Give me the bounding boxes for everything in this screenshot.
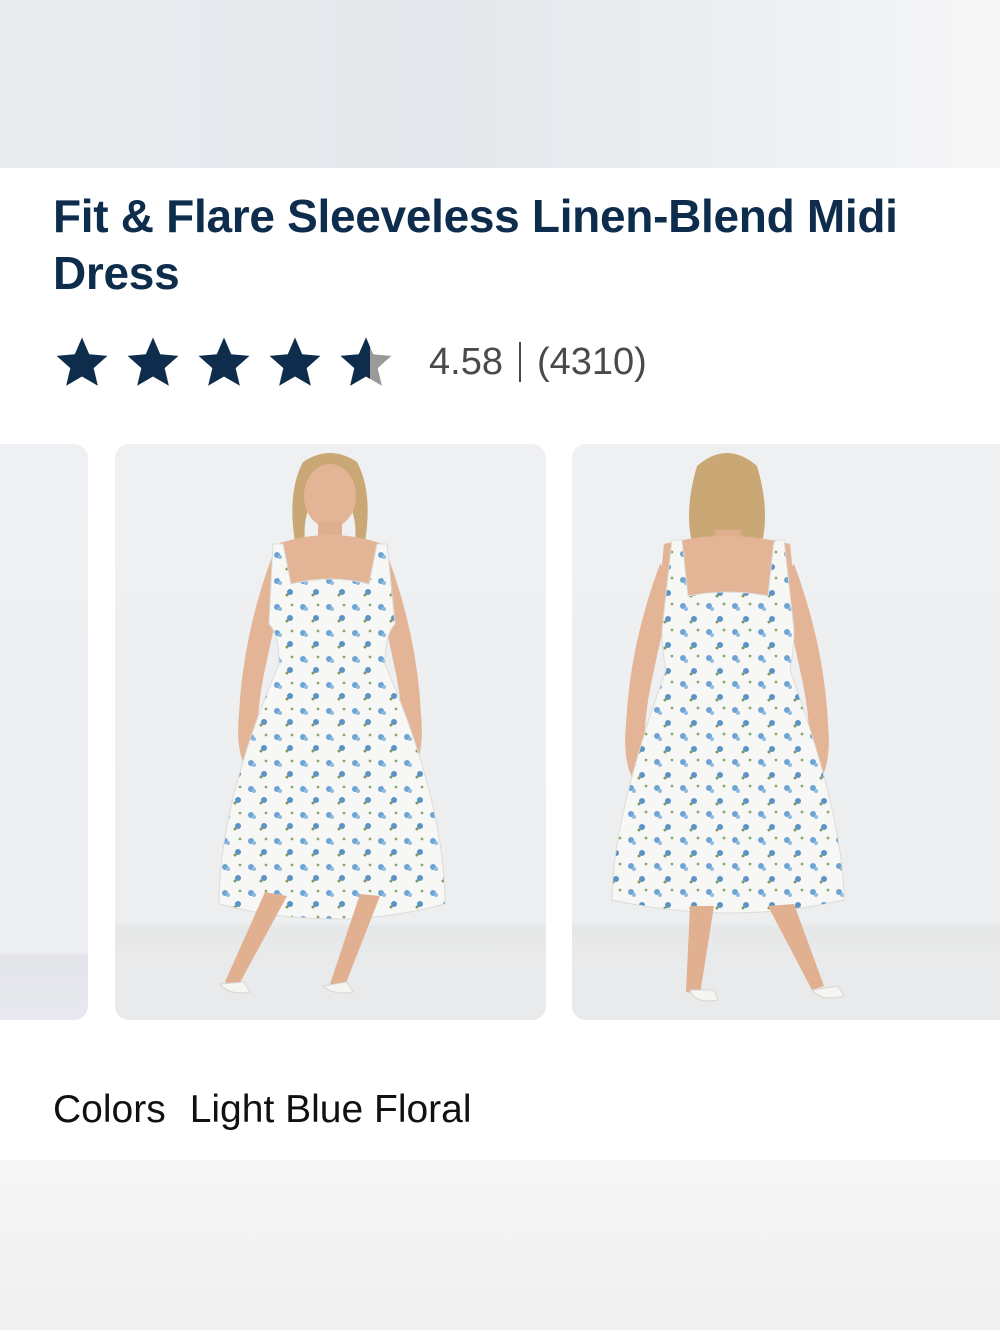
review-count[interactable]: (4310) (537, 341, 647, 384)
rating-row[interactable]: 4.58 (4310) (53, 332, 647, 392)
divider (518, 342, 521, 382)
star-icon (56, 337, 108, 386)
star-rating (53, 334, 395, 390)
star-icon (269, 337, 321, 386)
rating-value: 4.58 (429, 340, 503, 383)
model-front-illustration (115, 453, 546, 1020)
selected-color-name: Light Blue Floral (189, 1088, 472, 1131)
color-selector: Colors Light Blue Floral (53, 1088, 472, 1132)
star-icon (198, 337, 250, 386)
back-view-image[interactable] (572, 444, 1000, 1020)
partial-star-icon (340, 337, 392, 386)
star-icon (127, 337, 179, 386)
image-carousel[interactable] (0, 444, 1000, 1020)
bottom-area (0, 1160, 1000, 1330)
previous-image[interactable] (0, 444, 88, 1020)
model-back-illustration (572, 453, 1000, 1020)
top-banner-area (0, 0, 1000, 168)
colors-label: Colors (53, 1088, 166, 1131)
rating-summary: 4.58 (4310) (429, 341, 647, 384)
front-view-image[interactable] (115, 444, 546, 1020)
product-title: Fit & Flare Sleeveless Linen-Blend Midi … (53, 190, 898, 299)
